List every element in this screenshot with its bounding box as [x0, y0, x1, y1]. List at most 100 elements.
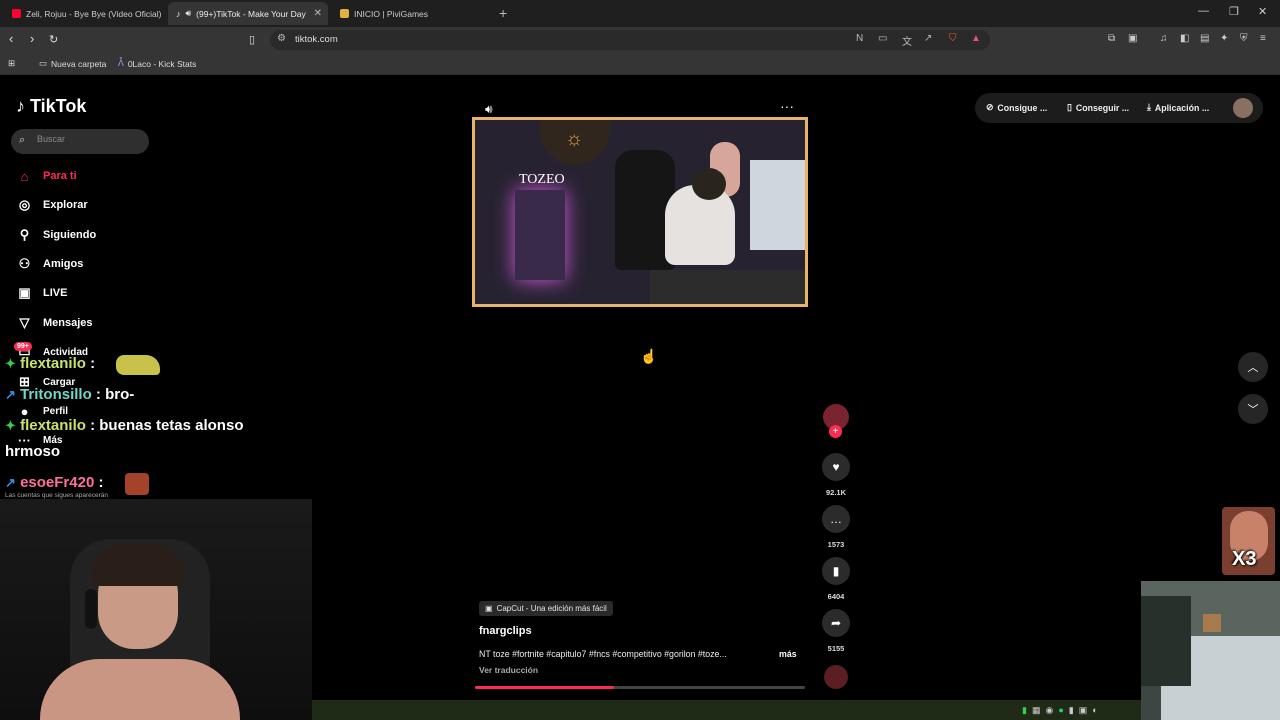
follow-plus-icon[interactable]: +	[829, 425, 842, 438]
chat-username: Tritonsillo	[20, 386, 92, 403]
download-icon: ⤓	[1147, 102, 1151, 112]
menu-icon[interactable]: ≡	[1260, 33, 1266, 44]
volume-icon[interactable]: 🔊︎	[485, 102, 493, 117]
bookmark-kick-stats[interactable]: ᐰ 0Laco - Kick Stats	[118, 58, 196, 69]
wallet-icon[interactable]: ▣	[1128, 33, 1137, 44]
video-progress-bar[interactable]	[475, 686, 805, 689]
nav-siguiendo[interactable]: ⚲ Siguiendo	[16, 224, 96, 246]
game-capture-overlay	[1141, 581, 1280, 720]
video-author[interactable]: fnargclips	[479, 625, 532, 637]
more-options-icon[interactable]: ···	[780, 98, 794, 114]
chat-message: ↗ esoeFr420 :	[5, 474, 103, 491]
live-icon: ▣	[18, 285, 31, 300]
user-avatar[interactable]	[1233, 98, 1253, 118]
shield-icon[interactable]: ⛨	[1240, 33, 1248, 44]
extensions-icon[interactable]: ⧉	[1108, 33, 1115, 44]
address-bar[interactable]: ⚙︎ tiktok.com N ▭ 文 ↗ ⛉ ▲	[270, 30, 990, 50]
webcam-streamer-hair	[92, 544, 184, 586]
get-coins-button[interactable]: ⊘ Consigue ...	[986, 102, 1047, 113]
phone-icon: ▯	[1067, 102, 1072, 112]
tab-tiktok[interactable]: ♪ 🔊︎ (99+)TikTok - Make Your Day ✕	[168, 2, 328, 25]
save-button[interactable]: ▮	[822, 557, 850, 585]
capcut-icon: ▣	[485, 604, 493, 613]
discord-icon[interactable]: ◐	[1092, 705, 1097, 715]
restore-icon[interactable]: ❐	[1229, 5, 1239, 18]
music-disc-icon[interactable]	[824, 665, 848, 689]
nav-explorar[interactable]: ◎ Explorar	[16, 194, 88, 216]
chat-separator: :	[90, 355, 96, 372]
tiktok-logo-icon: ♪	[16, 96, 25, 116]
new-tab-button[interactable]: +	[499, 5, 507, 21]
tray-app-icon[interactable]: ▣	[1079, 705, 1088, 716]
tray-app-icon[interactable]: ▦	[1032, 705, 1041, 716]
bookmark-nueva-carpeta[interactable]: ▭ Nueva carpeta	[39, 58, 106, 69]
reload-icon[interactable]: ↻	[49, 33, 58, 46]
nav-live[interactable]: ▣ LIVE	[16, 282, 67, 304]
cast-icon[interactable]: ▭	[878, 33, 887, 44]
chevron-up-icon: ︿	[1247, 362, 1259, 374]
comment-icon: …	[830, 512, 842, 526]
leo-ai-icon[interactable]: ✦	[1220, 33, 1228, 44]
tray-app-icon[interactable]: ◉	[1045, 705, 1053, 716]
bookmark-icon[interactable]: ▯	[249, 33, 255, 46]
webcam-headset	[85, 589, 97, 629]
tab-youtube[interactable]: Zeli, Rojuu - Bye Bye (Video Oficial)	[4, 2, 164, 25]
brave-shields-icon[interactable]: ⛉	[949, 33, 957, 44]
nav-mensajes[interactable]: ▽ Mensajes	[16, 312, 93, 334]
chevron-down-icon: ﹀	[1247, 404, 1259, 416]
pivigames-favicon-icon	[340, 9, 349, 18]
speaker-icon[interactable]: 🔊︎	[186, 8, 192, 19]
chat-badge-icon: ↗	[5, 387, 16, 402]
mouse-cursor-icon: ☝	[640, 348, 658, 364]
url-text: tiktok.com	[295, 34, 338, 45]
back-icon[interactable]: ‹	[9, 31, 13, 46]
video-progress-fill	[475, 686, 614, 689]
tab-title: Zeli, Rojuu - Bye Bye (Video Oficial)	[26, 8, 162, 19]
capcut-tag[interactable]: ▣ CapCut - Una edición más fácil	[479, 601, 613, 616]
previous-video-button[interactable]: ︿	[1238, 352, 1268, 382]
next-video-button[interactable]: ﹀	[1238, 394, 1268, 424]
home-icon: ⌂	[20, 168, 29, 184]
rewards-icon[interactable]: ▲	[971, 33, 981, 44]
chat-text: :	[98, 474, 104, 491]
vpn-icon[interactable]: ▤	[1200, 33, 1209, 44]
share-button[interactable]: ➦	[822, 609, 850, 637]
system-tray: ▮ ▦ ◉ ● ▮ ▣ ◐	[1022, 702, 1141, 718]
translate-icon[interactable]: 文	[902, 33, 912, 48]
site-settings-icon[interactable]: ⚙︎	[277, 33, 286, 44]
forward-icon[interactable]: ›	[30, 31, 34, 46]
more-link[interactable]: más	[779, 649, 797, 659]
tab-pivigames[interactable]: INICIO | PiviGames	[332, 2, 492, 25]
video-player[interactable]: ☼ TOZEO	[472, 117, 808, 307]
search-input[interactable]	[37, 134, 142, 144]
sidebar-icon[interactable]: ◧	[1180, 33, 1189, 44]
tray-app-icon[interactable]: ▮	[1022, 705, 1027, 716]
share-count: 5155	[827, 644, 845, 653]
translate-link[interactable]: Ver traducción	[479, 665, 538, 675]
close-tab-icon[interactable]: ✕	[314, 8, 322, 19]
nav-amigos[interactable]: ⚇ Amigos	[16, 253, 84, 275]
microphone-icon[interactable]: ▮	[1069, 705, 1074, 716]
minimize-icon[interactable]: —	[1198, 5, 1209, 17]
like-count: 92.1K	[825, 488, 846, 497]
download-app-button[interactable]: ⤓ Aplicación ...	[1147, 102, 1209, 113]
share-icon[interactable]: ↗	[924, 33, 932, 44]
music-icon[interactable]: ♫	[1160, 33, 1168, 44]
close-window-icon[interactable]: ✕	[1258, 5, 1267, 18]
tiktok-logo[interactable]: ♪ TikTok	[16, 96, 86, 117]
search-box[interactable]: ⌕	[11, 129, 149, 154]
get-app-button[interactable]: ▯ Conseguir ...	[1067, 102, 1129, 113]
coin-icon: ⊘	[986, 102, 994, 112]
webcam-streamer-body	[40, 659, 240, 720]
no-tracking-icon[interactable]: N	[856, 33, 863, 44]
screen: Zeli, Rojuu - Bye Bye (Video Oficial) ♪ …	[0, 0, 1280, 720]
nav-para-ti[interactable]: ⌂ Para ti	[16, 165, 77, 187]
apps-grid-icon[interactable]: ⊞	[8, 58, 15, 69]
compass-icon: ◎	[18, 197, 31, 212]
comment-button[interactable]: …	[822, 505, 850, 533]
tiktok-favicon-icon: ♪	[176, 8, 181, 19]
like-button[interactable]: ♥	[822, 453, 850, 481]
video-shelf	[515, 190, 565, 280]
spotify-icon[interactable]: ●	[1058, 705, 1063, 715]
chat-message: ✦ flextanilo :	[5, 355, 95, 372]
